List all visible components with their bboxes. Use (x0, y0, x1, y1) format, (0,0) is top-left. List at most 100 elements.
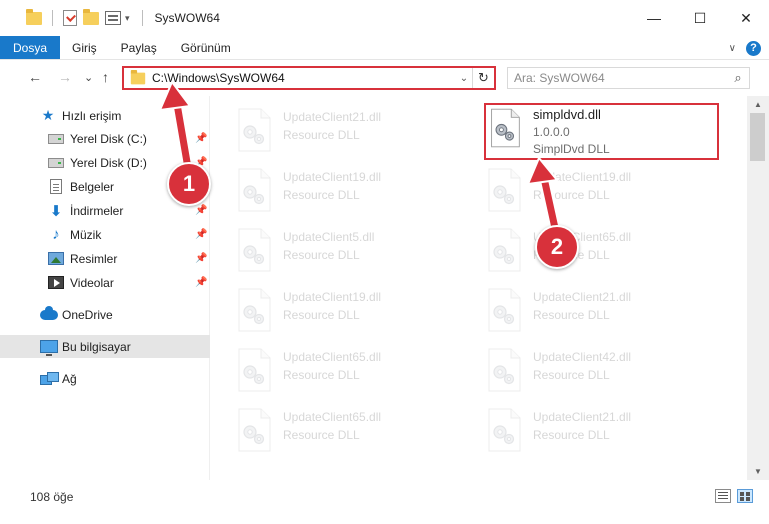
vertical-scrollbar[interactable]: ▲ ▼ (747, 96, 769, 480)
download-icon: ⬇ (49, 202, 63, 220)
back-button[interactable]: ← (28, 69, 42, 85)
file-type: Resource DLL (533, 188, 610, 202)
ribbon-tabs: Dosya Giriş Paylaş Görünüm ∨ ? (0, 36, 769, 60)
scroll-down-arrow-icon[interactable]: ▼ (747, 463, 769, 480)
dll-file-icon (485, 348, 523, 392)
address-path[interactable]: C:\Windows\SysWOW64 (152, 71, 456, 85)
properties-check-icon[interactable] (63, 10, 77, 26)
file-type: Resource DLL (533, 368, 610, 382)
scroll-thumb[interactable] (750, 113, 765, 161)
expand-ribbon-chevron-icon[interactable]: ∨ (729, 43, 736, 54)
dll-file-icon (235, 288, 273, 332)
onedrive-icon (40, 305, 58, 320)
tab-view[interactable]: Görünüm (169, 36, 243, 59)
list-item[interactable]: UpdateClient21.dll Resource DLL (461, 280, 701, 336)
dll-file-icon (485, 228, 523, 272)
search-box[interactable]: ⌕ (507, 67, 750, 89)
pin-icon: 📌 (195, 253, 208, 264)
sidebar-item-quick-access[interactable]: ★ Hızlı erişim (0, 104, 210, 127)
details-view-icon[interactable] (715, 489, 731, 503)
list-item[interactable]: UpdateClient19.dll Resource DLL (211, 160, 451, 216)
file-name: UpdateClient19.dll (283, 170, 382, 184)
network-icon (40, 371, 59, 386)
file-item-simpldvd[interactable]: simpldvd.dll 1.0.0.0 SimplDvd DLL (486, 104, 716, 158)
sidebar-item-pictures[interactable]: Resimler 📌 (0, 247, 210, 270)
pin-icon: 📌 (195, 205, 208, 216)
up-button[interactable]: ↑ (102, 69, 109, 85)
list-item[interactable]: UpdateClient42.dll Resource DLL (461, 340, 701, 396)
list-item[interactable]: UpdateClient19.dll Resource DLL (211, 280, 451, 336)
sidebar-item-label: OneDrive (62, 307, 113, 322)
file-name: UpdateClient5.dll (283, 230, 375, 244)
dll-file-icon (235, 108, 273, 152)
sidebar-item-label: Müzik (70, 227, 102, 242)
sidebar-item-label: Bu bilgisayar (62, 339, 131, 354)
step-1-badge: 1 (167, 162, 211, 206)
file-type: Resource DLL (283, 308, 360, 322)
help-icon[interactable]: ? (746, 40, 761, 56)
divider (52, 10, 53, 26)
document-icon (50, 179, 62, 194)
status-bar: 108 öğe (0, 480, 769, 524)
sidebar-item-onedrive[interactable]: OneDrive (0, 303, 210, 326)
sidebar-item-network[interactable]: Ağ (0, 367, 210, 390)
sidebar-item-videos[interactable]: Videolar 📌 (0, 271, 210, 294)
quick-access-toolbar: ▾ SysWOW64 (0, 8, 220, 26)
view-properties-icon[interactable] (105, 11, 121, 25)
dll-file-icon (235, 348, 273, 392)
navigation-bar: ← → ⌄ ↑ C:\Windows\SysWOW64 ⌄ ↻ ⌕ (0, 61, 769, 95)
dll-file-icon (485, 408, 523, 452)
list-item[interactable]: UpdateClient21.dll Resource DLL (461, 400, 701, 456)
file-type: Resource DLL (283, 248, 360, 262)
search-icon[interactable]: ⌕ (727, 70, 749, 86)
list-item[interactable]: UpdateClient65.dll Resource DLL (211, 400, 451, 456)
search-input[interactable] (514, 71, 727, 85)
sidebar-item-label: Yerel Disk (D:) (70, 155, 147, 170)
this-pc-icon (40, 340, 58, 356)
tab-home[interactable]: Giriş (60, 36, 109, 59)
window-title: SysWOW64 (154, 11, 220, 25)
list-item[interactable]: UpdateClient65.dll Resource DLL (211, 340, 451, 396)
sidebar-item-this-pc[interactable]: Bu bilgisayar (0, 335, 210, 358)
sidebar-item-label: Resimler (70, 251, 118, 266)
close-button[interactable]: ✕ (723, 0, 769, 36)
file-type: Resource DLL (283, 368, 360, 382)
list-item[interactable]: UpdateClient19.dll Resource DLL (461, 160, 701, 216)
address-history-chevron-icon[interactable]: ⌄ (456, 73, 472, 84)
item-count: 108 öğe (30, 490, 74, 504)
file-type: Resource DLL (533, 428, 610, 442)
list-item[interactable]: UpdateClient65.dll Resource DLL (461, 220, 701, 276)
sidebar-item-local-disk-c[interactable]: Yerel Disk (C:) 📌 (0, 127, 210, 150)
file-name: UpdateClient19.dll (533, 170, 632, 184)
disk-icon (48, 157, 64, 168)
dll-file-icon (235, 408, 273, 452)
star-icon: ★ (41, 107, 55, 123)
refresh-button[interactable]: ↻ (472, 68, 494, 88)
file-version: 1.0.0.0 (533, 125, 570, 139)
sidebar-item-music[interactable]: ♪ Müzik 📌 (0, 223, 210, 246)
forward-button[interactable]: → (58, 69, 72, 85)
scroll-up-arrow-icon[interactable]: ▲ (747, 96, 769, 113)
minimize-button[interactable]: — (631, 0, 677, 36)
list-item[interactable]: UpdateClient5.dll Resource DLL (211, 220, 451, 276)
pin-icon: 📌 (195, 277, 208, 288)
large-icons-view-icon[interactable] (737, 489, 753, 503)
address-bar[interactable]: C:\Windows\SysWOW64 ⌄ ↻ (122, 66, 496, 90)
customize-toolbar-chevron-icon[interactable]: ▾ (125, 13, 130, 24)
sidebar-item-label: Belgeler (70, 179, 115, 194)
file-type: Resource DLL (283, 128, 360, 142)
tab-share[interactable]: Paylaş (109, 36, 169, 59)
step-2-badge: 2 (535, 225, 579, 269)
file-name: simpldvd.dll (533, 107, 601, 122)
view-switcher (715, 489, 753, 503)
maximize-button[interactable]: ☐ (677, 0, 723, 36)
tab-file[interactable]: Dosya (0, 36, 60, 59)
recent-locations-chevron-icon[interactable]: ⌄ (84, 71, 93, 84)
folder-icon (26, 8, 42, 25)
file-type: Resource DLL (283, 188, 360, 202)
file-description: SimplDvd DLL (533, 142, 610, 156)
list-item[interactable]: UpdateClient21.dll Resource DLL (211, 100, 451, 156)
dll-file-icon (235, 228, 273, 272)
new-folder-icon[interactable] (83, 8, 99, 25)
file-type: Resource DLL (283, 428, 360, 442)
